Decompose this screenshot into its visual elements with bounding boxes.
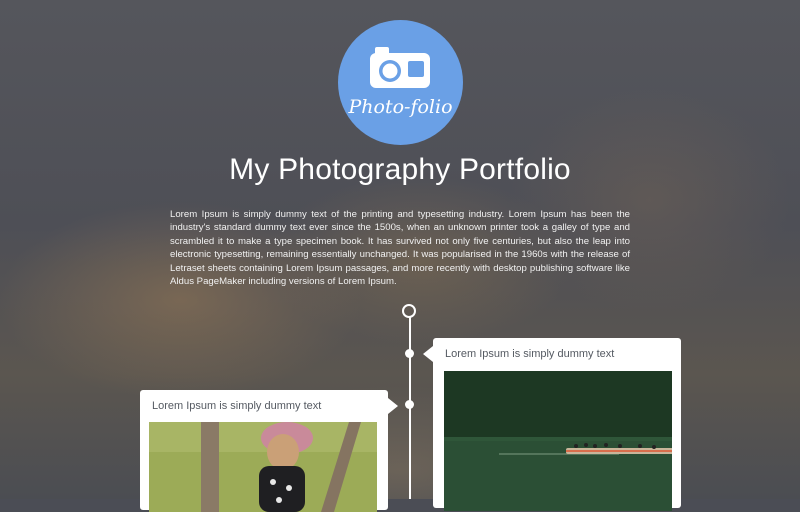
intro-paragraph: Lorem Ipsum is simply dummy text of the … <box>170 209 630 288</box>
timeline-dot <box>405 400 414 409</box>
logo-badge[interactable]: Photo-folio <box>338 20 463 145</box>
page-title: My Photography Portfolio <box>229 153 571 186</box>
timeline-dot <box>405 349 414 358</box>
card-pointer <box>423 346 433 362</box>
lake-illustration <box>444 371 672 511</box>
card-pointer <box>388 398 398 414</box>
birds-on-lake-photo[interactable] <box>444 371 672 511</box>
camera-icon <box>370 47 430 88</box>
card-title: Lorem Ipsum is simply dummy text <box>152 400 322 412</box>
timeline-card[interactable]: Lorem Ipsum is simply dummy text <box>423 338 681 511</box>
logo-text: Photo-folio <box>348 96 453 118</box>
card-title: Lorem Ipsum is simply dummy text <box>445 348 615 360</box>
timeline-start-node <box>402 304 416 318</box>
timeline-card[interactable]: Lorem Ipsum is simply dummy text <box>140 390 398 512</box>
